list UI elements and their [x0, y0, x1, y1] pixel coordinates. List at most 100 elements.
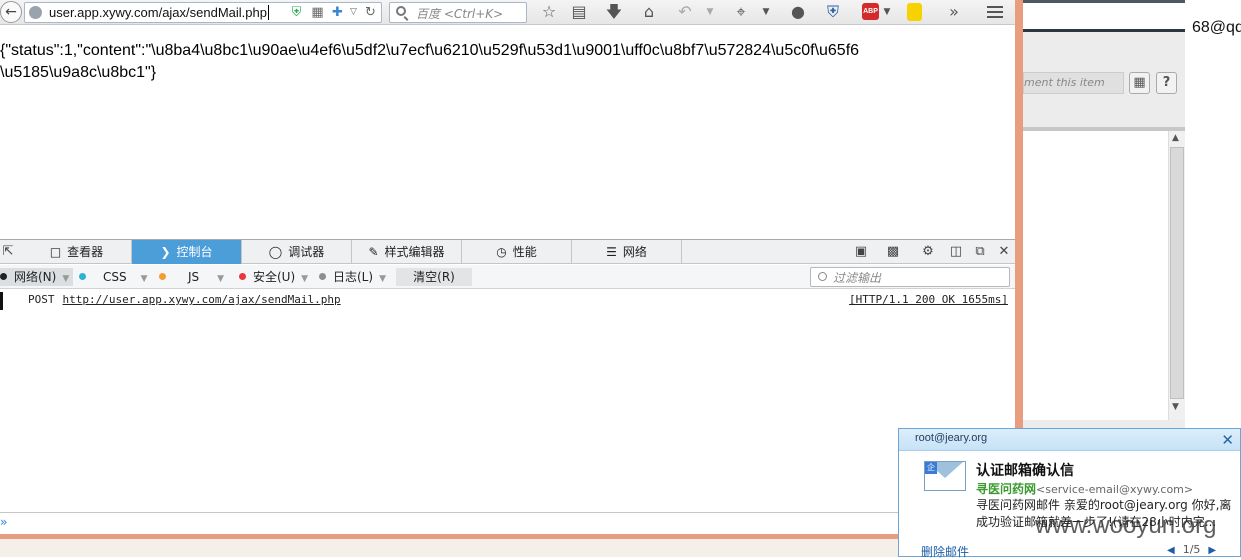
- url-bar[interactable]: user.app.xywy.com/ajax/sendMail.php ⛨ ▦ …: [24, 2, 382, 23]
- crop-dropdown-icon[interactable]: ▼: [760, 1, 772, 23]
- adblock-dropdown-icon[interactable]: ▼: [881, 1, 893, 23]
- css-dot-icon: [79, 273, 86, 280]
- text-caret: [268, 5, 269, 20]
- chevron-down-icon: ▼: [217, 274, 225, 284]
- scroll-up-icon[interactable]: ▲: [1172, 133, 1179, 143]
- filter-logging-button[interactable]: 日志(L) ▼: [319, 268, 386, 286]
- mail-sender: 寻医问药网<service-email@xywy.com>: [976, 480, 1193, 497]
- chevron-down-icon: ▼: [301, 274, 309, 284]
- enterprise-badge-icon: 企: [925, 462, 937, 474]
- network-dot-icon: [0, 273, 7, 280]
- tab-network[interactable]: ☰ 网络: [572, 240, 682, 264]
- comment-input[interactable]: ment this item: [1023, 72, 1124, 94]
- tab-inspector[interactable]: □ 查看器: [22, 240, 132, 264]
- security-dot-icon: [239, 273, 246, 280]
- undo-icon[interactable]: ↶: [675, 1, 695, 23]
- pager-label: 1/5: [1182, 543, 1201, 556]
- browser-toolbar: ← user.app.xywy.com/ajax/sendMail.php ⛨ …: [0, 0, 1018, 25]
- qr-code-icon[interactable]: ▦: [310, 5, 325, 20]
- log-url-link[interactable]: http://user.app.xywy.com/ajax/sendMail.p…: [63, 293, 341, 306]
- tab-performance[interactable]: ◷ 性能: [462, 240, 572, 264]
- home-icon[interactable]: ⌂: [639, 1, 659, 23]
- filter-label: 网络(N): [14, 270, 57, 284]
- tab-label: 控制台: [176, 245, 213, 259]
- star-icon[interactable]: ☆: [539, 1, 559, 23]
- mail-sender-name: 寻医问药网: [976, 482, 1037, 496]
- tab-debugger[interactable]: ◯ 调试器: [242, 240, 352, 264]
- devtools-tab-bar: ⇱ □ 查看器 ❯ 控制台 ◯ 调试器 ✎ 样式编辑器 ◷ 性能 ☰ 网络 ▣ ▩ ⚙ ◫ …: [0, 239, 1018, 264]
- crop-icon[interactable]: ⌖: [731, 1, 751, 23]
- reading-list-icon[interactable]: ▤: [569, 1, 589, 23]
- close-devtools-icon[interactable]: ✕: [996, 244, 1012, 260]
- hamburger-menu-icon[interactable]: [985, 3, 1005, 21]
- log-marker: [0, 292, 3, 310]
- download-icon[interactable]: 🡇: [604, 1, 624, 23]
- next-arrow-icon[interactable]: ▶: [1208, 545, 1216, 556]
- filter-label: JS: [188, 270, 200, 284]
- overflow-chevron-icon[interactable]: »: [944, 1, 964, 23]
- delete-mail-link[interactable]: 删除邮件: [921, 543, 969, 560]
- filter-css-button[interactable]: CSS ▼: [79, 268, 148, 286]
- globe-icon: [29, 6, 42, 19]
- back-button[interactable]: ←: [0, 1, 22, 23]
- dock-side-icon[interactable]: ◫: [948, 244, 964, 260]
- log-entry: POST http://user.app.xywy.com/ajax/sendMa…: [28, 293, 1008, 306]
- scroll-thumb[interactable]: [1170, 147, 1184, 399]
- log-status-link[interactable]: [HTTP/1.1 200 OK 1655ms]: [849, 293, 1008, 306]
- undo-dropdown-icon[interactable]: ▼: [704, 1, 716, 23]
- settings-gear-icon[interactable]: ⚙: [920, 244, 936, 260]
- reload-icon[interactable]: ↻: [363, 5, 378, 20]
- chat-bubble-icon[interactable]: ●: [788, 1, 808, 23]
- search-box[interactable]: 百度 <Ctrl+K>: [389, 2, 527, 23]
- dropdown-arrow-icon[interactable]: ▽: [346, 5, 361, 20]
- search-placeholder: 百度 <Ctrl+K>: [416, 7, 504, 21]
- mail-sender-email: <service-email@xywy.com>: [1036, 483, 1194, 496]
- help-button[interactable]: ?: [1156, 72, 1177, 94]
- json-line-2: \u5185\u9a8c\u8bc1"}: [0, 64, 157, 81]
- filter-label: CSS: [103, 270, 127, 284]
- tab-label: 性能: [512, 245, 537, 259]
- scrollbar[interactable]: ▲ ▼: [1168, 131, 1185, 420]
- tab-label: 查看器: [67, 245, 104, 259]
- chevron-down-icon: ▼: [62, 274, 70, 284]
- tab-label: 样式编辑器: [384, 245, 445, 259]
- mail-envelope-icon: 企: [924, 461, 966, 491]
- mail-subject[interactable]: 认证邮箱确认信: [976, 460, 1074, 480]
- background-window-header: [1023, 0, 1185, 32]
- shield-icon[interactable]: ⛨: [823, 1, 843, 23]
- previous-arrow-icon[interactable]: ◀: [1167, 545, 1175, 556]
- responsive-mode-icon[interactable]: ▩: [885, 244, 901, 260]
- split-console-icon[interactable]: ▣: [853, 244, 869, 260]
- clear-button[interactable]: 清空(R): [396, 268, 472, 286]
- close-icon[interactable]: ✕: [1221, 431, 1234, 449]
- search-icon: [396, 6, 406, 16]
- filter-network-button[interactable]: 网络(N) ▼: [0, 268, 74, 286]
- console-output: POST http://user.app.xywy.com/ajax/sendMa…: [0, 290, 1018, 512]
- filter-output-input[interactable]: 过滤输出: [810, 267, 1010, 287]
- filter-security-button[interactable]: 安全(U) ▼: [239, 268, 308, 286]
- filter-label: 安全(U): [253, 270, 296, 284]
- watermark: www.wooyun.org: [1035, 512, 1217, 539]
- adblock-icon[interactable]: ABP: [862, 3, 879, 20]
- json-line-1: {"status":1,"content":"\u8ba4\u8bc1\u90a…: [0, 42, 860, 59]
- plus-icon[interactable]: ✚: [330, 5, 345, 20]
- mail-pager: ◀ 1/5 ▶: [1159, 543, 1224, 556]
- tab-label: 调试器: [288, 245, 325, 259]
- tab-console[interactable]: ❯ 控制台: [132, 240, 242, 264]
- note-icon[interactable]: [907, 3, 922, 21]
- style-editor-icon: ✎: [368, 245, 379, 259]
- console-filter-bar: 网络(N) ▼ CSS ▼ JS ▼ 安全(U) ▼ 日志(L) ▼ 清空(R) 过滤输出: [0, 265, 1018, 289]
- filter-js-button[interactable]: JS ▼: [159, 268, 224, 286]
- grid-view-button[interactable]: ▦: [1129, 72, 1150, 94]
- console-input[interactable]: »: [0, 512, 1018, 534]
- tab-label: 网络: [622, 245, 647, 259]
- scroll-down-icon[interactable]: ▼: [1172, 402, 1179, 412]
- logging-dot-icon: [319, 273, 326, 280]
- element-picker-icon[interactable]: ⇱: [0, 244, 16, 260]
- email-fragment: 68@qq: [1192, 19, 1241, 36]
- tab-style-editor[interactable]: ✎ 样式编辑器: [352, 240, 462, 264]
- popup-account: root@jeary.org: [915, 432, 988, 444]
- undock-window-icon[interactable]: ⧉: [972, 244, 988, 260]
- json-response: {"status":1,"content":"\u8ba4\u8bc1\u90a…: [0, 40, 1010, 84]
- shield-check-icon[interactable]: ⛨: [289, 5, 304, 20]
